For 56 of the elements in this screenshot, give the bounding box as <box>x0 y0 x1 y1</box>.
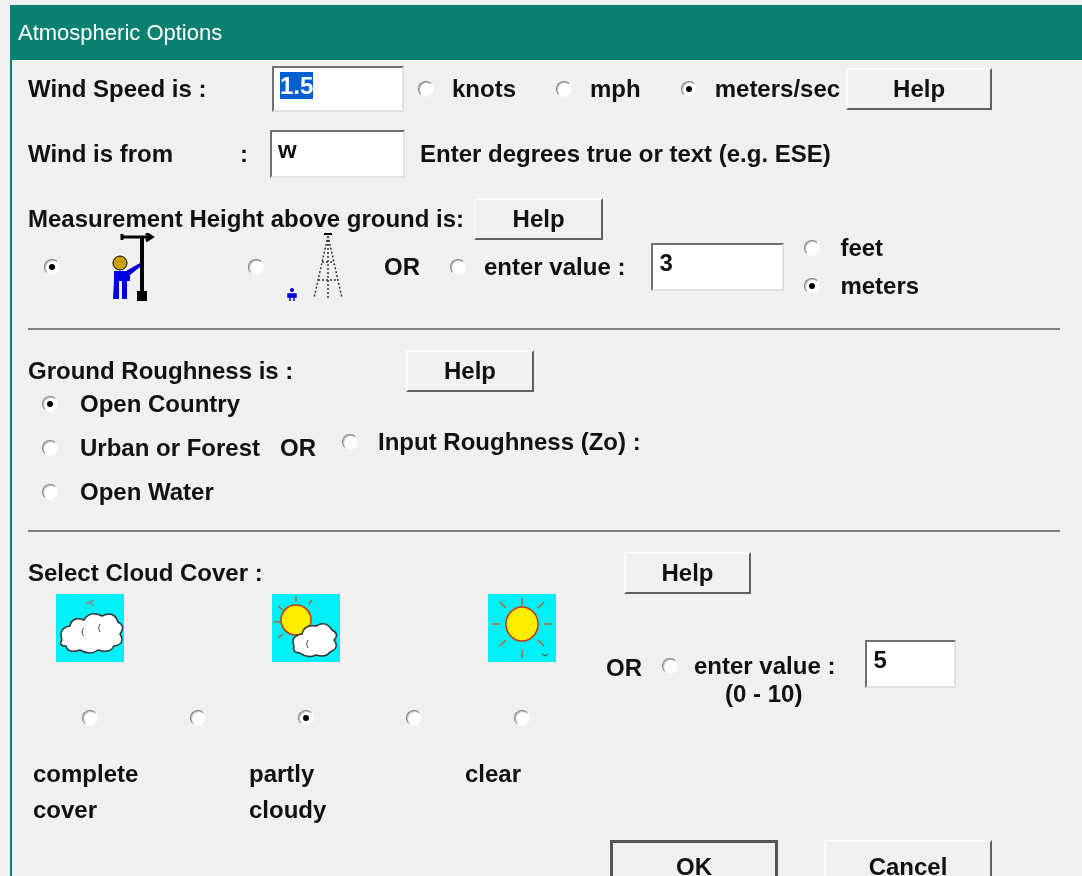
or-label: OR <box>384 253 420 281</box>
unit-label: feet <box>840 234 884 262</box>
radio-button[interactable] <box>406 710 422 726</box>
radio-button[interactable] <box>190 710 206 726</box>
or-label: OR <box>280 434 317 462</box>
unit-label: knots <box>452 75 516 103</box>
sun-icon <box>488 594 556 662</box>
option-label: Urban or Forest <box>80 434 261 462</box>
help-button[interactable]: Help <box>624 552 751 594</box>
help-button[interactable]: Help <box>406 350 534 392</box>
radio-button[interactable] <box>298 710 314 726</box>
radio-button[interactable] <box>42 484 58 500</box>
cloud-field[interactable]: 5 <box>865 640 957 688</box>
radio-button[interactable] <box>342 434 359 450</box>
speed-field[interactable]: 1.5 <box>272 66 404 112</box>
section-label: Measurement Height above ground is: <box>28 205 465 233</box>
radio-button[interactable] <box>804 278 821 294</box>
unit-label: mph <box>590 75 641 103</box>
unit-label: meters <box>840 272 920 300</box>
unit-label: meters/sec <box>714 75 841 103</box>
field-label: Wind is from <box>28 140 175 168</box>
radio-button[interactable] <box>662 658 678 674</box>
radio-button[interactable] <box>42 440 58 456</box>
option-label: Open Water <box>80 478 214 506</box>
level-label: clear <box>464 759 523 789</box>
level-label: partly cloudy <box>248 759 328 825</box>
hint-text: Enter degrees true or text (e.g. ESE) <box>420 140 831 168</box>
field-label: Wind Speed is : <box>28 75 208 103</box>
section-label: Select Cloud Cover : <box>28 559 264 587</box>
radio-button[interactable] <box>450 259 466 275</box>
range-label: (0 - 10) <box>725 680 803 708</box>
section-label: Ground Roughness is : <box>28 357 295 385</box>
cloud-icon <box>56 594 124 662</box>
cancel-button[interactable]: Cancel <box>824 840 992 876</box>
radio-button[interactable] <box>44 259 60 275</box>
help-button[interactable]: Help <box>474 198 604 240</box>
sun-cloud-icon <box>272 594 340 662</box>
level-label: complete cover <box>32 759 140 825</box>
option-label: Input Roughness (Zo) : <box>378 428 641 456</box>
option-label: Open Country <box>80 390 240 418</box>
radio-button[interactable] <box>82 710 98 726</box>
height-field[interactable]: 3 <box>651 243 785 291</box>
option-label: enter value : <box>694 652 836 680</box>
help-button[interactable]: Help <box>846 68 993 110</box>
radio-button[interactable] <box>418 81 434 97</box>
window-title: Atmospheric Options <box>12 5 1082 60</box>
radio-button[interactable] <box>804 240 821 256</box>
radio-button[interactable] <box>556 81 572 97</box>
or-label: OR <box>606 654 642 682</box>
radio-button[interactable] <box>248 259 264 275</box>
radio-button[interactable] <box>42 396 58 412</box>
colon-label: : <box>240 140 249 168</box>
direction-field[interactable]: w <box>270 130 405 178</box>
radio-button[interactable] <box>514 710 530 726</box>
option-label: enter value : <box>484 253 626 281</box>
ok-button[interactable]: OK <box>610 840 778 876</box>
